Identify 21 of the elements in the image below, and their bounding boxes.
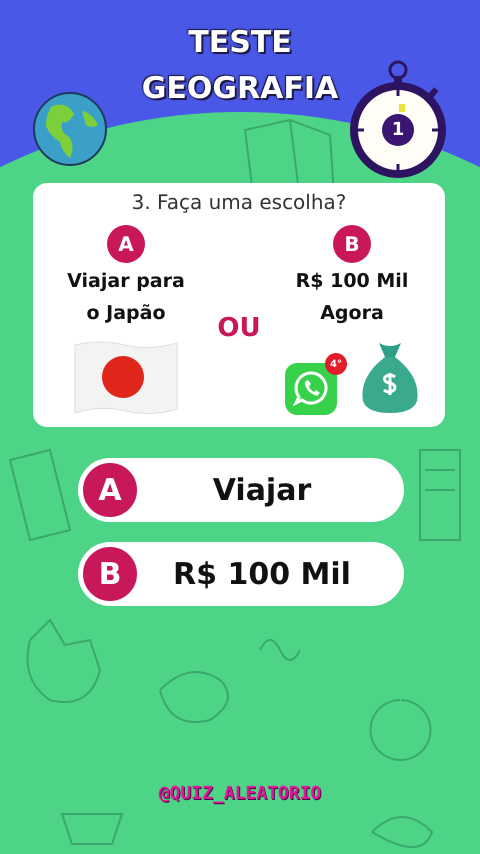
answer-label: R$ 100 Mil <box>172 556 352 594</box>
notification-badge: 4° <box>325 353 347 375</box>
channel-handle: @QUIZ_ALEATORIO <box>158 782 322 806</box>
option-letter-badge: A <box>107 225 145 263</box>
stopwatch-icon <box>350 60 446 178</box>
answer-button[interactable]: A Viajar <box>78 458 404 522</box>
option-letter-badge: B <box>333 225 371 263</box>
globe-icon <box>32 91 108 167</box>
timer-count: 1 <box>390 118 406 142</box>
answer-letter-badge: A <box>80 460 140 520</box>
ball-doodle-icon <box>368 698 432 762</box>
money-bag-icon <box>361 341 419 415</box>
answer-label: Viajar <box>212 472 312 510</box>
option-caption: Viajar para o Japão <box>67 269 185 326</box>
answer-button[interactable]: B R$ 100 Mil <box>78 542 404 606</box>
squiggle-doodle-icon <box>258 636 302 664</box>
question-text: 3. Faça uma escolha? <box>132 189 346 216</box>
or-separator: OU <box>217 312 261 345</box>
quiz-title: TESTE GEOGRAFIA <box>142 24 338 108</box>
option-caption: R$ 100 Mil Agora <box>296 269 408 326</box>
answer-letter-badge: B <box>80 544 140 604</box>
